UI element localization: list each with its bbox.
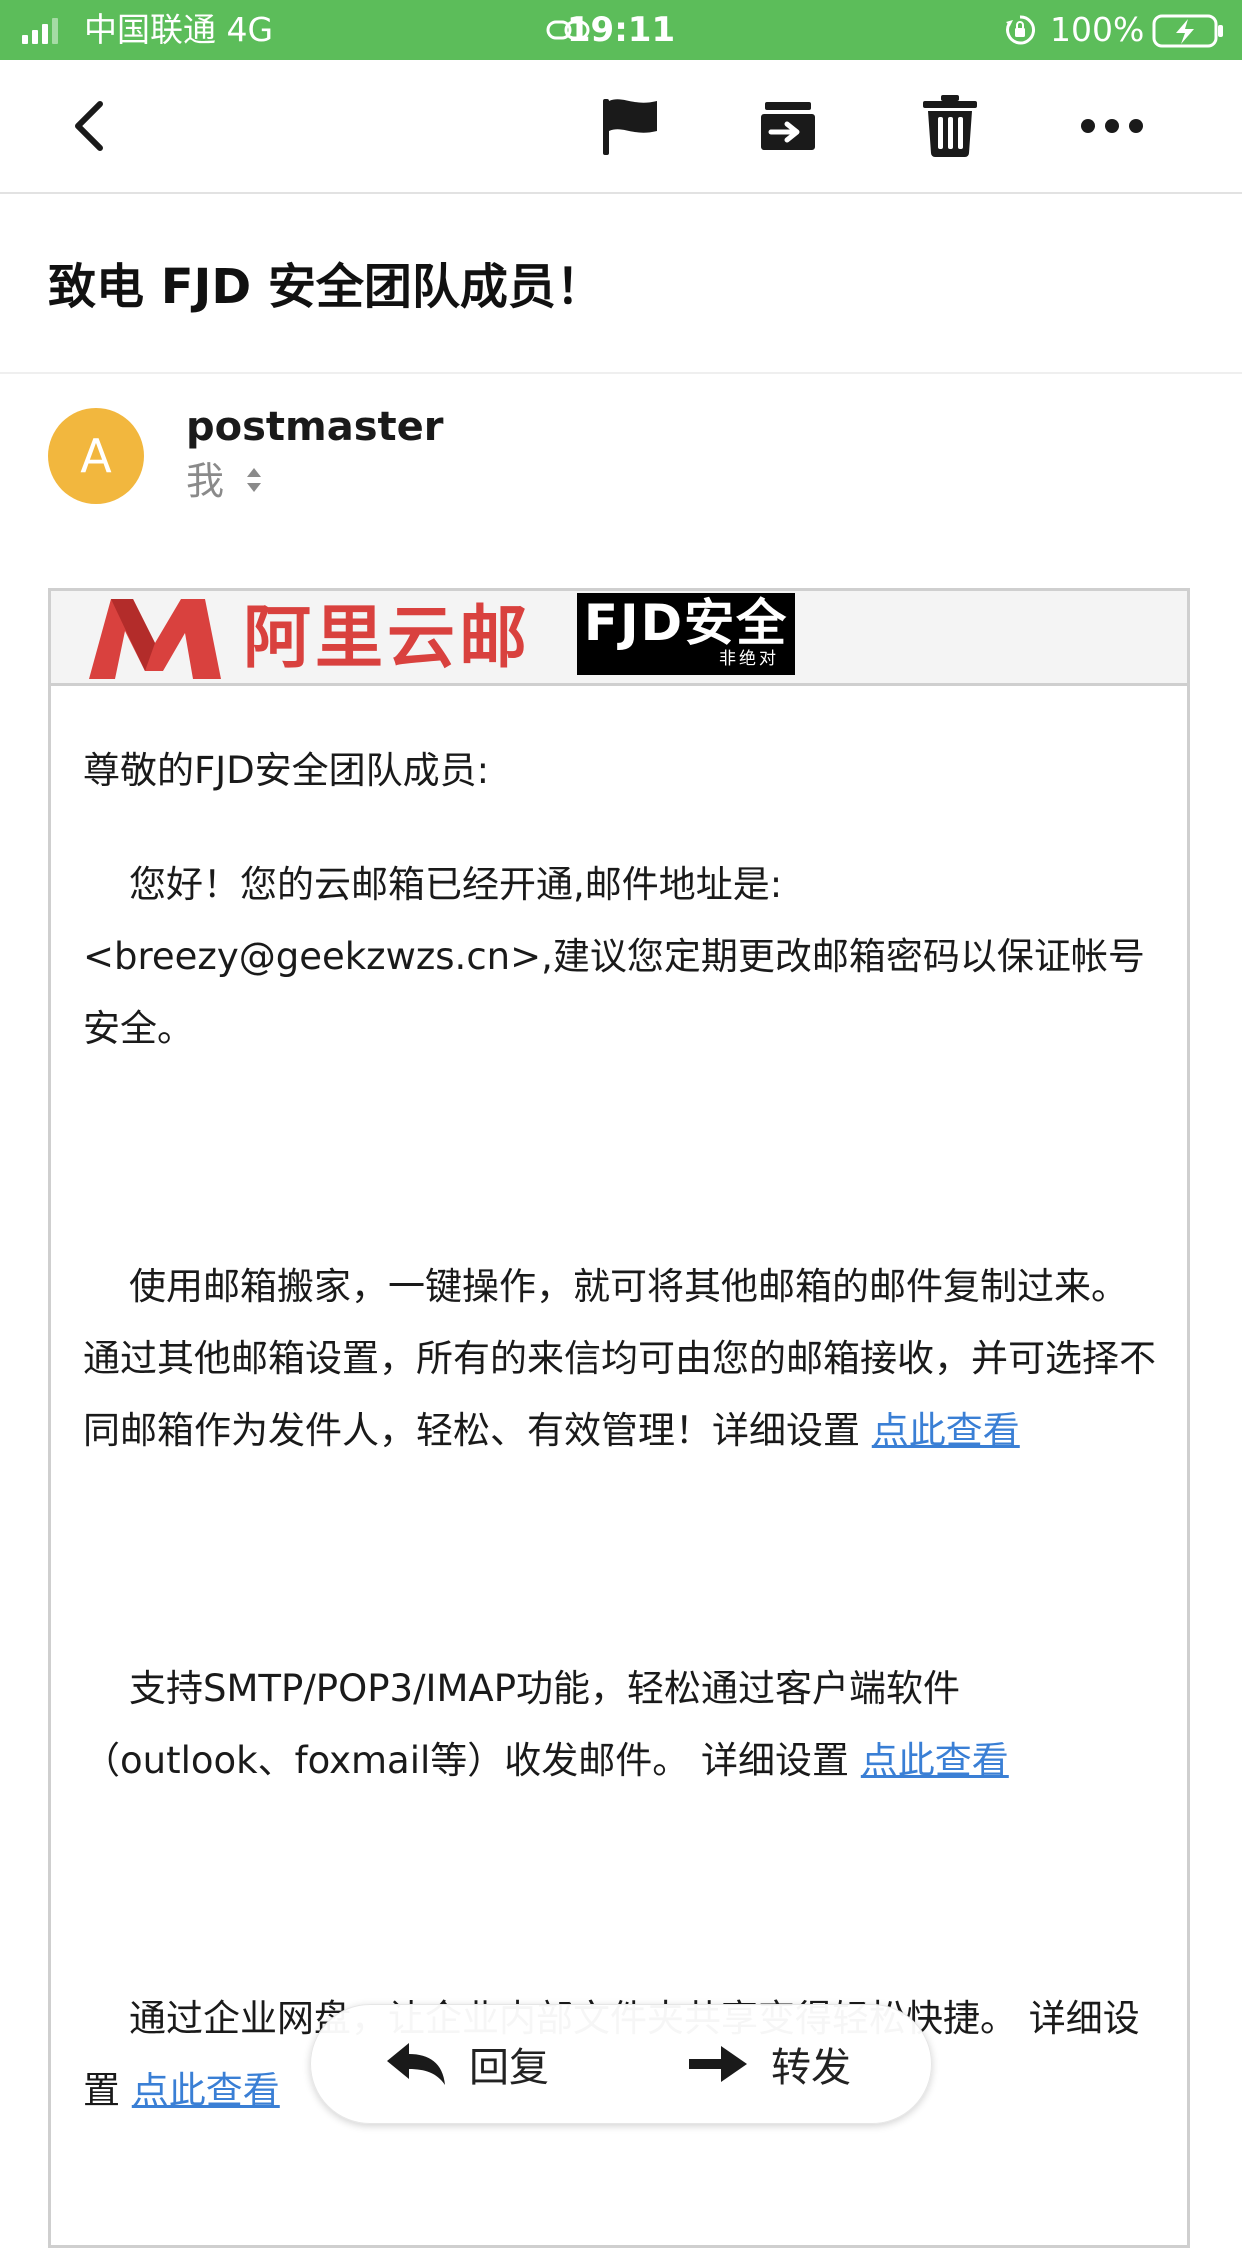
trash-icon: [923, 95, 977, 157]
battery-charging-icon: [1152, 14, 1223, 48]
reply-label: 回复: [469, 2045, 549, 2091]
expand-details-icon[interactable]: [244, 462, 264, 498]
sender-name[interactable]: postmaster: [186, 400, 444, 454]
more-button[interactable]: [1072, 60, 1152, 192]
paragraph-account-opened: 您好！您的云邮箱已经开通,邮件地址是: <breezy@geekzwzs.cn>…: [83, 863, 1145, 1050]
orientation-lock-icon: [1006, 15, 1036, 45]
view-details-link[interactable]: 点此查看: [132, 2069, 280, 2112]
email-body: 阿里云邮 FJD安全 非绝对 尊敬的FJD安全团队成员: 您好！您的云邮箱已经开…: [48, 588, 1190, 2248]
greeting: 尊敬的FJD安全团队成员:: [83, 749, 490, 792]
status-bar: 中国联通 4G 19:11 100%: [0, 0, 1242, 60]
battery-percentage: 100%: [1050, 10, 1145, 49]
move-to-folder-icon: [761, 102, 815, 150]
mail-toolbar: [0, 60, 1242, 194]
recipient-label[interactable]: 我: [186, 458, 224, 504]
forward-button[interactable]: 转发: [687, 2005, 851, 2123]
forward-arrow-icon: [689, 2046, 747, 2082]
email-banner: 阿里云邮 FJD安全 非绝对: [51, 591, 1187, 686]
fjd-logo: FJD安全 非绝对: [577, 593, 795, 675]
divider: [0, 372, 1242, 374]
email-content: 尊敬的FJD安全团队成员: 您好！您的云邮箱已经开通,邮件地址是: <breez…: [83, 735, 1163, 2127]
flag-button[interactable]: [590, 60, 670, 192]
flag-icon: [603, 99, 657, 155]
view-details-link[interactable]: 点此查看: [861, 1739, 1009, 1782]
reply-forward-bar: 回复 转发: [310, 2004, 932, 2124]
chevron-left-icon: [75, 101, 103, 151]
reply-button[interactable]: 回复: [385, 2005, 549, 2123]
trash-button[interactable]: [910, 60, 990, 192]
paragraph-client-protocols: 支持SMTP/POP3/IMAP功能，轻松通过客户端软件（outlook、fox…: [83, 1653, 1163, 1797]
more-dots-icon: [1081, 119, 1143, 133]
move-button[interactable]: [748, 60, 828, 192]
reply-arrow-icon: [387, 2043, 445, 2085]
view-details-link[interactable]: 点此查看: [872, 1409, 1020, 1452]
paragraph-mail-migration: 使用邮箱搬家，一键操作，就可将其他邮箱的邮件复制过来。通过其他邮箱设置，所有的来…: [83, 1251, 1163, 1467]
forward-label: 转发: [771, 2045, 851, 2091]
email-subject: 致电 FJD 安全团队成员！: [48, 259, 604, 315]
fjd-logo-main: FJD安全: [583, 594, 789, 652]
brand-m-logo-icon: [89, 599, 221, 679]
sender-avatar[interactable]: A: [48, 408, 144, 504]
back-button[interactable]: [50, 60, 130, 192]
aliyun-mail-logo: 阿里云邮: [85, 595, 555, 681]
fjd-logo-sub: 非绝对: [719, 649, 779, 669]
brand-text: 阿里云邮: [243, 599, 532, 678]
paragraph-text: 支持SMTP/POP3/IMAP功能，轻松通过客户端软件（outlook、fox…: [83, 1667, 960, 1782]
